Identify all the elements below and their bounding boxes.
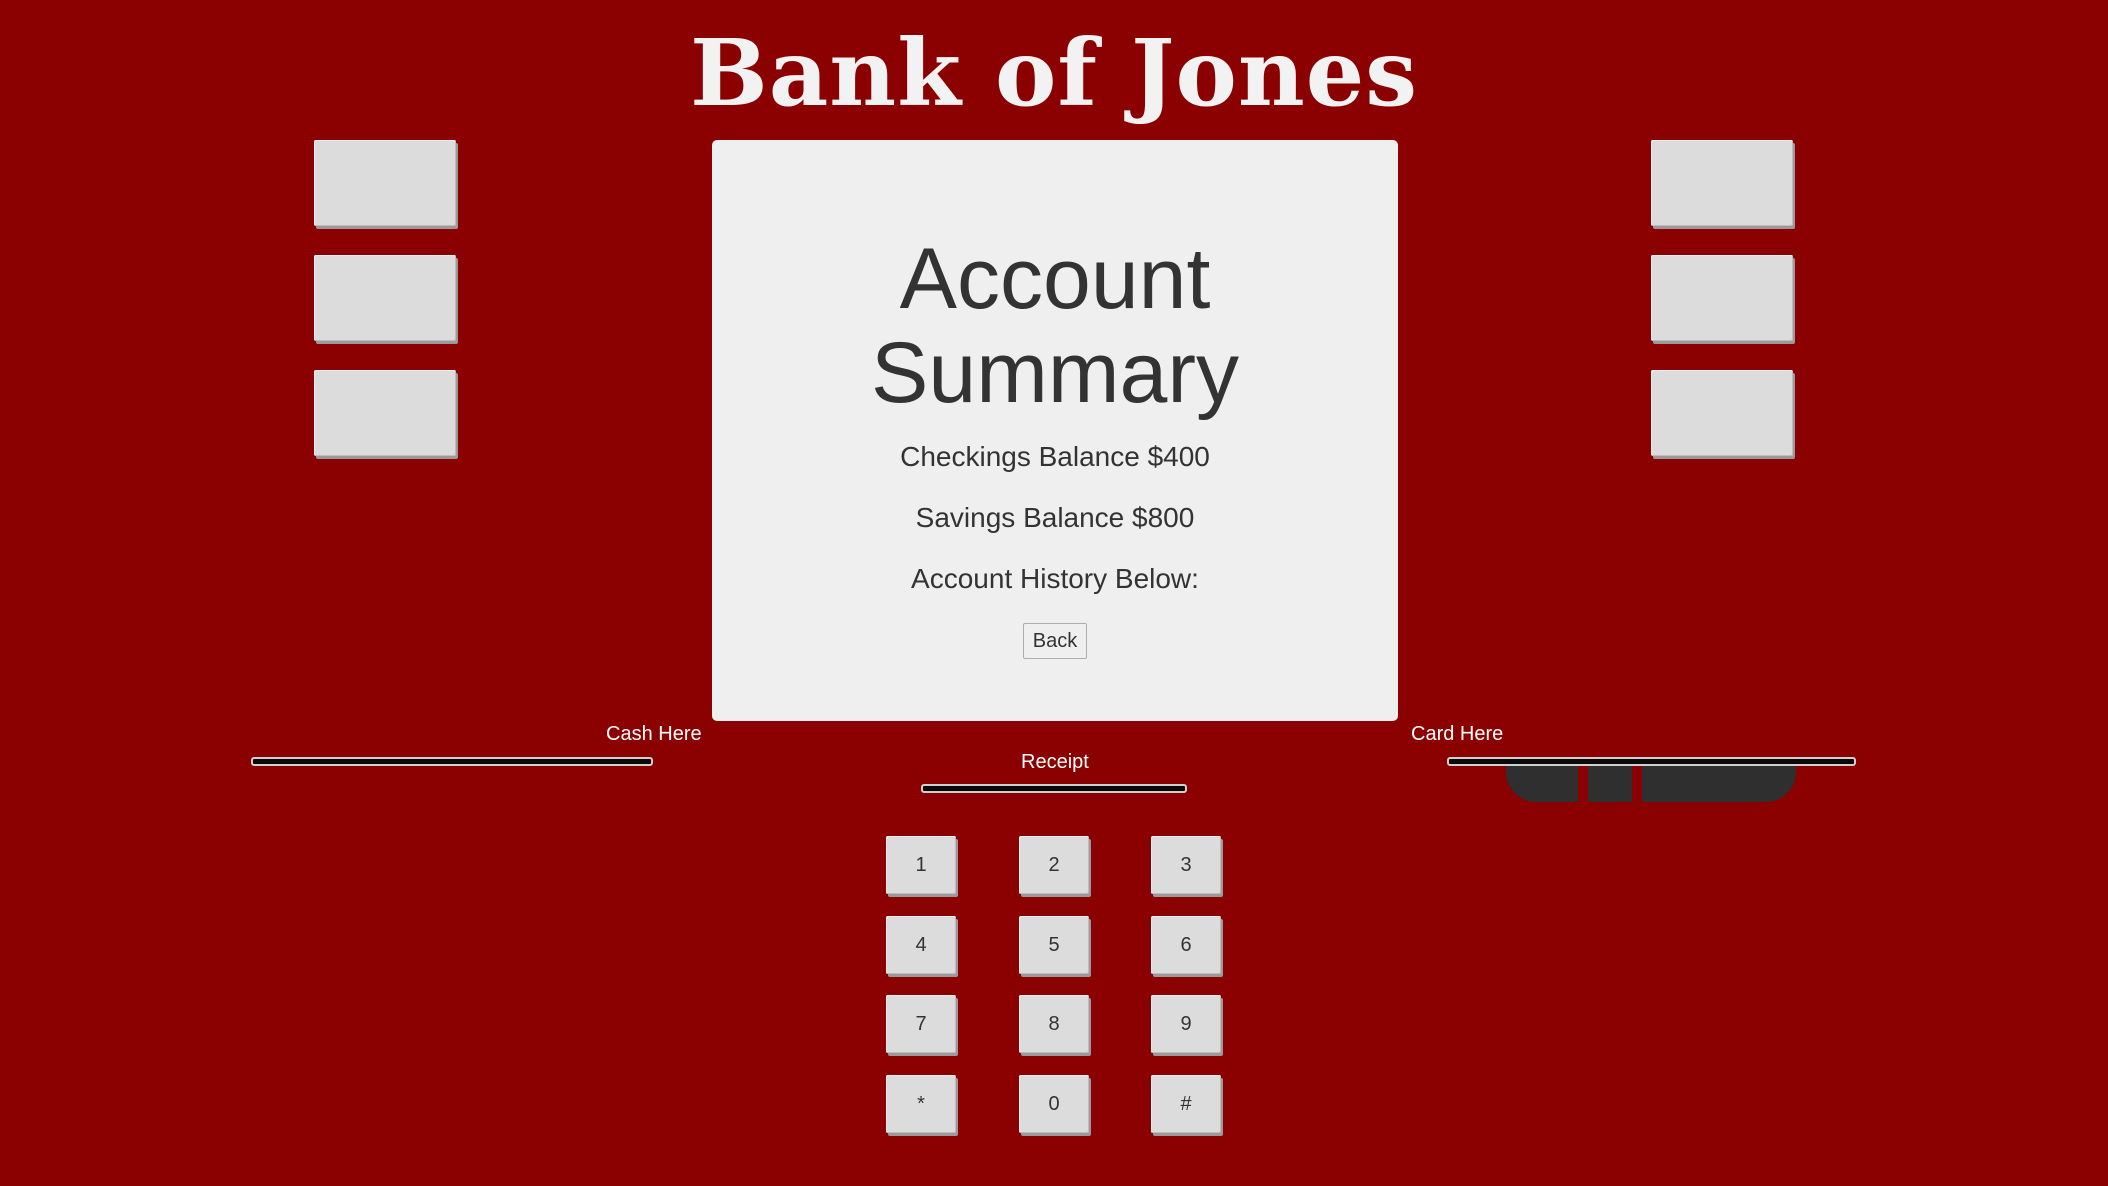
keypad-key-star[interactable]: * [886,1075,956,1133]
bank-title: Bank of Jones [689,19,1419,127]
screen-title: Account Summary [871,231,1239,421]
keypad-key-4[interactable]: 4 [886,916,956,974]
keypad-key-7[interactable]: 7 [886,995,956,1053]
checking-balance: Checkings Balance $400 [900,441,1210,472]
atm-screen: Account Summary Checkings Balance $400 S… [712,140,1398,721]
receipt-slot-label: Receipt [1021,751,1089,773]
keypad-key-hash[interactable]: # [1151,1075,1221,1133]
keypad-key-8[interactable]: 8 [1019,995,1089,1053]
cash-slot[interactable] [251,757,653,766]
right-side-button-3[interactable] [1651,370,1793,456]
keypad-key-2[interactable]: 2 [1019,836,1089,894]
card-slot-label: Card Here [1411,723,1504,745]
keypad-key-6[interactable]: 6 [1151,916,1221,974]
back-button[interactable]: Back [1023,623,1087,659]
cash-slot-label: Cash Here [606,723,702,745]
left-side-button-2[interactable] [314,255,456,341]
keypad-key-9[interactable]: 9 [1151,995,1221,1053]
left-side-button-1[interactable] [314,140,456,226]
left-side-button-3[interactable] [314,370,456,456]
card-slot[interactable] [1447,757,1856,766]
savings-balance: Savings Balance $800 [915,502,1195,533]
keypad-key-0[interactable]: 0 [1019,1075,1089,1133]
keypad-key-5[interactable]: 5 [1019,916,1089,974]
receipt-slot[interactable] [921,784,1187,793]
keypad-key-1[interactable]: 1 [886,836,956,894]
account-history-heading: Account History Below: [911,563,1199,594]
right-side-button-2[interactable] [1651,255,1793,341]
right-side-button-1[interactable] [1651,140,1793,226]
keypad-key-3[interactable]: 3 [1151,836,1221,894]
